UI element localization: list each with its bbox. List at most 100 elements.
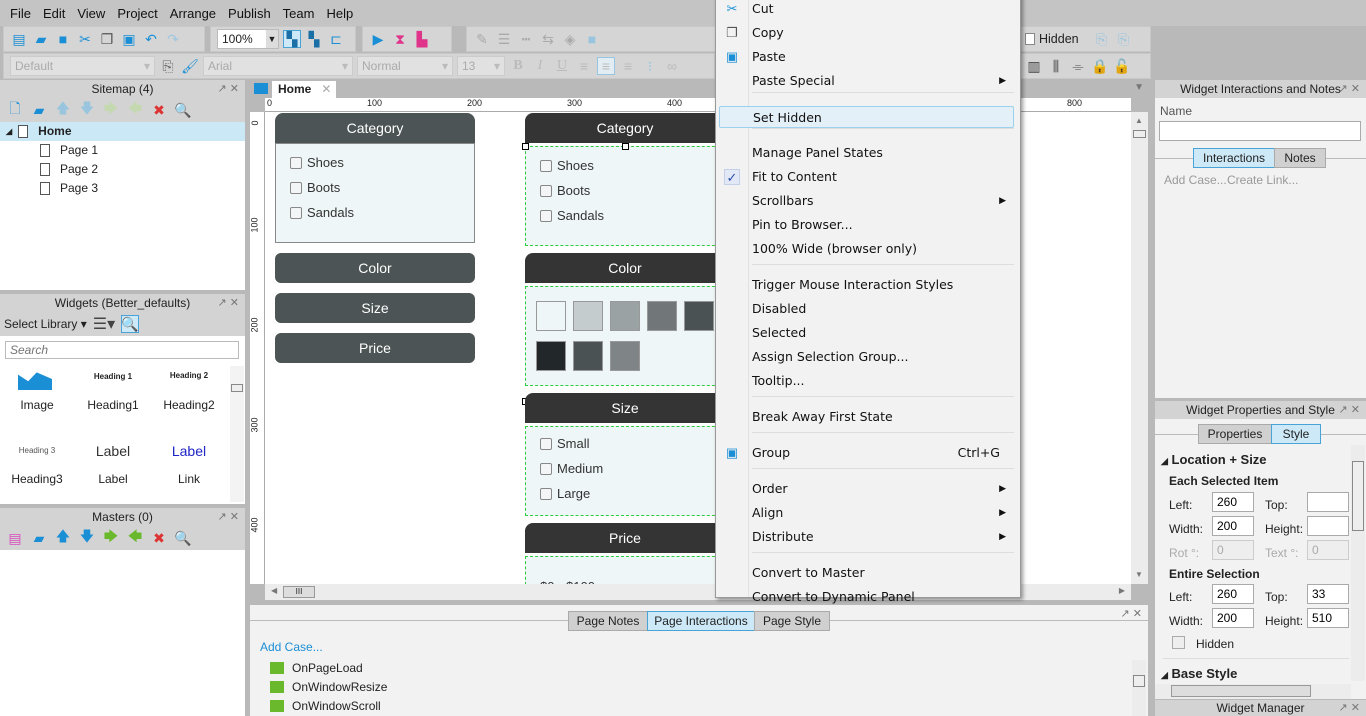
move-up-icon[interactable]: 🡅 xyxy=(54,528,72,547)
fill-color-icon[interactable]: ◈ xyxy=(561,30,579,48)
move-up-icon[interactable]: 🡅 xyxy=(54,100,72,119)
indent-icon[interactable]: 🡆 xyxy=(102,528,120,547)
checkbox-medium[interactable]: Medium xyxy=(540,456,710,481)
search-icon[interactable]: 🔍 xyxy=(174,529,192,547)
checkbox-boots[interactable]: Boots xyxy=(290,175,460,200)
tab-page-interactions[interactable]: Page Interactions xyxy=(647,611,755,631)
sitemap-item-home[interactable]: ◢ Home xyxy=(0,122,245,141)
menu-edit[interactable]: Edit xyxy=(37,6,71,21)
new-file-icon[interactable]: ▤ xyxy=(10,30,28,48)
add-folder-icon[interactable]: ▰ xyxy=(30,101,48,119)
tab-notes[interactable]: Notes xyxy=(1274,148,1326,168)
bullets-icon[interactable]: ⁝ xyxy=(641,57,659,75)
menu-item-assign-selection-group[interactable]: Assign Selection Group... xyxy=(752,346,1014,368)
size-button[interactable]: Size xyxy=(275,293,475,323)
widgets-scrollbar[interactable] xyxy=(230,366,244,502)
base-style-section[interactable]: ◢ Base Style xyxy=(1161,666,1237,681)
menu-item-cut[interactable]: Cut xyxy=(752,0,1014,20)
panel-popout-close-icon[interactable]: ↗ ✕ xyxy=(218,508,240,526)
font-size-select[interactable]: 13 xyxy=(457,56,505,76)
underline-icon[interactable]: U xyxy=(553,57,571,75)
menu-item-pin-to-browser[interactable]: Pin to Browser... xyxy=(752,214,1014,236)
menu-item-manage-panel-states[interactable]: Manage Panel States xyxy=(752,142,1014,164)
preview-icon[interactable]: ▶ xyxy=(369,30,387,48)
canvas-vertical-scrollbar[interactable]: ▲ ▼ xyxy=(1131,112,1148,584)
tab-interactions[interactable]: Interactions xyxy=(1193,148,1275,168)
entire-left-input[interactable] xyxy=(1212,584,1254,604)
menu-item-scrollbars[interactable]: Scrollbars ▶ xyxy=(752,190,1014,212)
each-top-input[interactable] xyxy=(1307,492,1349,512)
events-scrollbar[interactable] xyxy=(1132,660,1146,716)
color-swatch[interactable] xyxy=(684,301,714,331)
sitemap-toggle-icon[interactable] xyxy=(254,83,268,94)
add-page-icon[interactable]: 🗋 xyxy=(6,100,24,119)
checkbox-sandals[interactable]: Sandals xyxy=(540,203,710,228)
scroll-thumb[interactable] xyxy=(1133,130,1146,138)
zoom-select[interactable]: 100% ▼ xyxy=(217,29,279,49)
checkbox-shoes[interactable]: Shoes xyxy=(290,150,460,175)
align-right-icon[interactable]: ≡ xyxy=(619,57,637,75)
menu-item-paste[interactable]: Paste xyxy=(752,46,1014,68)
checkbox-icon[interactable] xyxy=(540,487,552,500)
menu-item-tooltip[interactable]: Tooltip... xyxy=(752,370,1014,392)
menu-item-group[interactable]: Group Ctrl+G xyxy=(752,442,1014,464)
hidden-checkbox[interactable] xyxy=(1025,33,1035,45)
size-header[interactable]: Size xyxy=(525,393,725,423)
category-button[interactable]: Category xyxy=(275,113,475,143)
copy-icon[interactable]: ❐ xyxy=(98,30,116,48)
add-case-link[interactable]: Add Case... xyxy=(1164,173,1227,187)
unlock-icon[interactable]: 🔓 xyxy=(1113,57,1131,75)
format-painter-icon[interactable]: ⎘ xyxy=(159,57,177,75)
distribute-vertical-icon[interactable]: ⌯ xyxy=(1069,57,1087,75)
paint-brush-icon[interactable]: 🖌 xyxy=(181,57,199,75)
master-pull-icon[interactable]: ⎘ xyxy=(1115,30,1133,48)
checkbox-icon[interactable] xyxy=(540,462,552,475)
text-rotation-input[interactable] xyxy=(1307,540,1349,560)
menu-view[interactable]: View xyxy=(71,6,111,21)
tab-page-notes[interactable]: Page Notes xyxy=(568,611,648,631)
menu-item-break-away-first-state[interactable]: Break Away First State xyxy=(752,406,1014,428)
style-select[interactable]: Default xyxy=(10,56,155,76)
sitemap-item-page-2[interactable]: Page 2 xyxy=(0,160,245,179)
lock-icon[interactable]: 🔒 xyxy=(1091,57,1109,75)
menu-item-convert-to-dynamic-panel[interactable]: Convert to Dynamic Panel xyxy=(752,586,1014,608)
menu-item-convert-to-master[interactable]: Convert to Master xyxy=(752,562,1014,584)
outdent-icon[interactable]: 🡄 xyxy=(126,100,144,119)
checkbox-icon[interactable] xyxy=(290,181,302,194)
add-master-icon[interactable]: ▤ xyxy=(6,529,24,547)
heading3-widget-preview[interactable]: Heading 3 xyxy=(0,446,74,455)
align-center-icon[interactable]: ≡ xyxy=(597,57,615,75)
entire-width-input[interactable] xyxy=(1212,608,1254,628)
master-push-icon[interactable]: ⎘ xyxy=(1093,30,1111,48)
checkbox-icon[interactable] xyxy=(540,159,552,172)
color-swatch[interactable] xyxy=(610,301,640,331)
menu-help[interactable]: Help xyxy=(320,6,359,21)
location-size-section[interactable]: ◢ Location + Size xyxy=(1161,452,1267,467)
scroll-up-icon[interactable]: ▲ xyxy=(1135,116,1143,125)
add-folder-icon[interactable]: ▰ xyxy=(30,529,48,547)
publish-icon[interactable]: ▙ xyxy=(413,30,431,48)
heading2-widget-preview[interactable]: Heading 2 xyxy=(152,371,226,380)
italic-icon[interactable]: I xyxy=(531,57,549,75)
price-panel[interactable]: $0 - $100 xyxy=(525,556,725,584)
panel-popout-close-icon[interactable]: ↗ ✕ xyxy=(218,294,240,312)
scroll-thumb[interactable] xyxy=(1171,685,1311,697)
panel-popout-close-icon[interactable]: ↗ ✕ xyxy=(1121,607,1143,620)
price-button[interactable]: Price xyxy=(275,333,475,363)
arrow-style-icon[interactable]: ⇆ xyxy=(539,30,557,48)
tab-style[interactable]: Style xyxy=(1271,424,1321,444)
color-swatch[interactable] xyxy=(647,301,677,331)
select-contained-icon[interactable]: ▚ xyxy=(305,30,323,48)
resize-handle[interactable] xyxy=(622,143,629,150)
each-left-input[interactable] xyxy=(1212,492,1254,512)
line-style-icon[interactable]: ┅ xyxy=(517,30,535,48)
menu-item-align[interactable]: Align ▶ xyxy=(752,502,1014,524)
tab-page-style[interactable]: Page Style xyxy=(754,611,830,631)
move-down-icon[interactable]: 🡇 xyxy=(78,100,96,119)
delete-icon[interactable]: ✖ xyxy=(150,529,168,547)
event-onwindowscroll[interactable]: OnWindowScroll xyxy=(270,699,381,713)
tabs-dropdown-icon[interactable]: ▼ xyxy=(1134,82,1144,93)
label-widget-preview[interactable]: Label xyxy=(76,443,150,459)
connector-icon[interactable]: ⊏ xyxy=(327,30,345,48)
price-header[interactable]: Price xyxy=(525,523,725,553)
